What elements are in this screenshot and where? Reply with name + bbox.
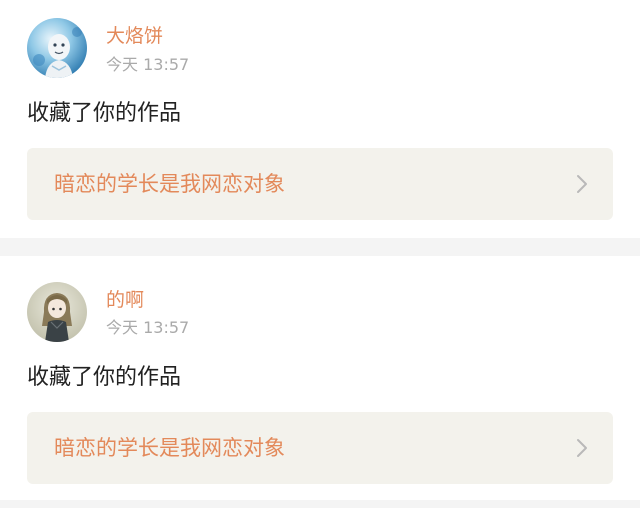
chevron-right-icon [577,439,587,457]
timestamp: 今天 13:57 [106,318,190,337]
notification-item: 大烙饼 今天 13:57 收藏了你的作品 暗恋的学长是我网恋对象 [0,0,640,238]
avatar[interactable] [27,18,87,78]
work-title: 暗恋的学长是我网恋对象 [54,172,285,196]
notification-feed: 大烙饼 今天 13:57 收藏了你的作品 暗恋的学长是我网恋对象 的啊 今天 1… [0,0,640,508]
username[interactable]: 大烙饼 [106,23,163,49]
user-avatar-icon [27,282,87,342]
avatar[interactable] [27,282,87,342]
work-link-card[interactable]: 暗恋的学长是我网恋对象 [27,412,613,484]
user-avatar-icon [27,18,87,78]
work-link-card[interactable]: 暗恋的学长是我网恋对象 [27,148,613,220]
action-text: 收藏了你的作品 [27,365,182,390]
chevron-right-icon [577,175,587,193]
timestamp: 今天 13:57 [106,55,190,74]
username[interactable]: 的啊 [106,287,144,313]
action-text: 收藏了你的作品 [27,101,182,126]
work-title: 暗恋的学长是我网恋对象 [54,436,285,460]
notification-item: 的啊 今天 13:57 收藏了你的作品 暗恋的学长是我网恋对象 [0,256,640,500]
